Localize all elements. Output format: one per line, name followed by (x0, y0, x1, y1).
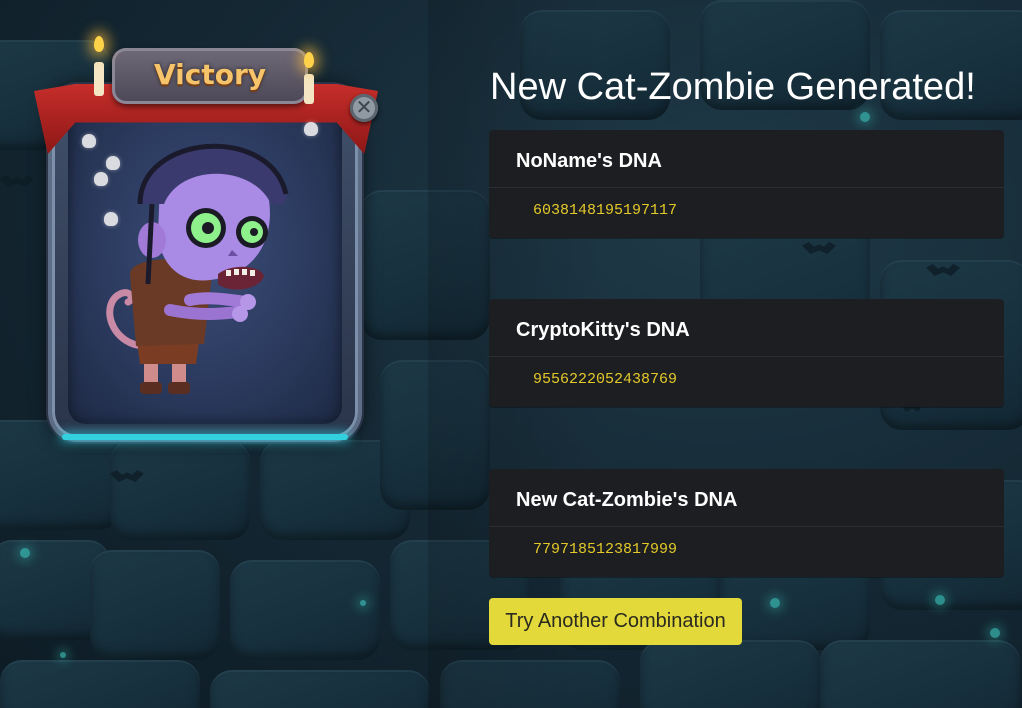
dna-panel-new-cat-zombie: New Cat-Zombie's DNA 7797185123817999 (489, 469, 1004, 577)
banner-plaque: Victory (112, 48, 308, 104)
candle-left-icon (94, 62, 104, 96)
victory-card: Victory ✕ (34, 28, 384, 440)
dna-value: 7797185123817999 (533, 541, 678, 558)
close-button[interactable]: ✕ (350, 94, 378, 122)
dna-panel-cryptokitty: CryptoKitty's DNA 9556222052438769 (489, 299, 1004, 407)
panel-heading: NoName's DNA (489, 130, 1004, 188)
dna-value: 6038148195197117 (533, 202, 678, 219)
banner-title: Victory (153, 58, 267, 91)
bat-icon (0, 175, 34, 187)
flame-right-icon (304, 52, 314, 68)
try-another-combination-button[interactable]: Try Another Combination (489, 598, 742, 645)
close-icon: ✕ (355, 97, 373, 119)
skull-icon (82, 134, 96, 148)
flame-left-icon (94, 36, 104, 52)
page-title: New Cat-Zombie Generated! (490, 66, 976, 108)
candle-right-icon (304, 74, 314, 104)
panel-heading: CryptoKitty's DNA (489, 299, 1004, 357)
dna-value: 9556222052438769 (533, 371, 678, 388)
dna-panel-noname: NoName's DNA 6038148195197117 (489, 130, 1004, 238)
cat-zombie-image (106, 143, 289, 394)
panel-heading: New Cat-Zombie's DNA (489, 469, 1004, 527)
